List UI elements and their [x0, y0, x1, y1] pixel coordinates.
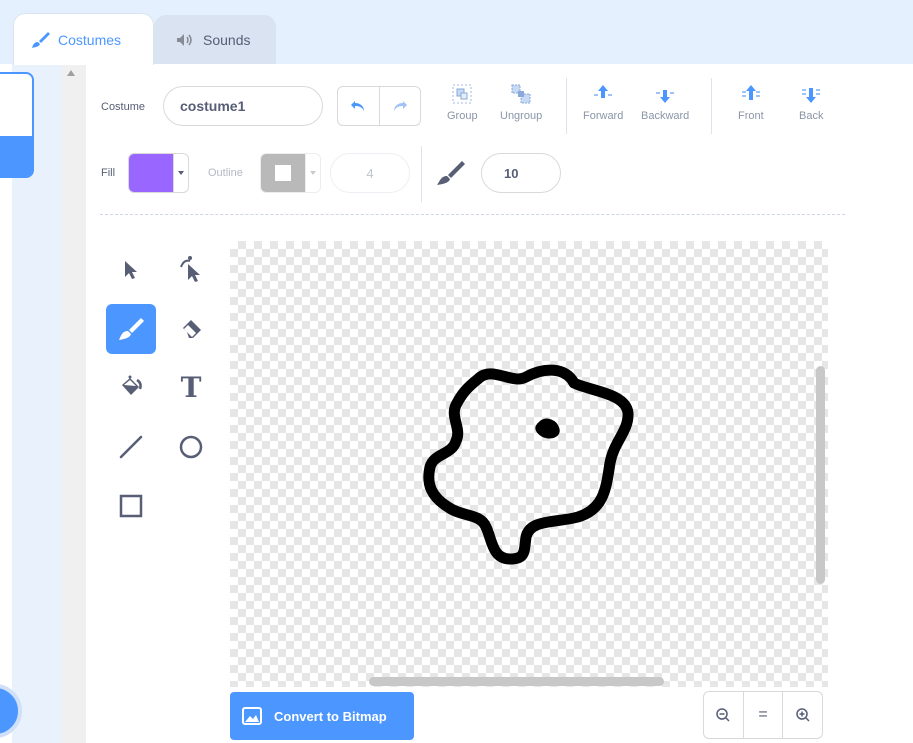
- toolbar-divider-2: [711, 78, 712, 134]
- fill-row-divider: [421, 146, 422, 202]
- convert-to-bitmap-label: Convert to Bitmap: [274, 708, 387, 724]
- outline-label: Outline: [208, 167, 243, 179]
- eraser-tool[interactable]: [166, 304, 216, 354]
- canvas-horizontal-scrollbar[interactable]: [369, 677, 664, 686]
- canvas-vertical-scrollbar[interactable]: [816, 366, 825, 584]
- forward-icon: [591, 82, 615, 106]
- toolbar-dashed-divider: [100, 214, 845, 215]
- fill-tool[interactable]: [106, 362, 156, 412]
- back-label: Back: [799, 110, 824, 122]
- undo-redo-group: [337, 86, 421, 126]
- text-icon: T: [180, 370, 202, 404]
- ungroup-icon: [509, 82, 533, 106]
- zoom-controls: =: [703, 691, 823, 739]
- circle-tool[interactable]: [166, 422, 216, 472]
- brush-tool[interactable]: [106, 304, 156, 354]
- group-button[interactable]: Group: [447, 82, 478, 122]
- toolbar-divider: [566, 78, 567, 134]
- speaker-icon: [175, 30, 195, 50]
- costume-list-scrollbar[interactable]: [62, 64, 86, 743]
- fill-color-swatch: [129, 154, 173, 192]
- costume-name-input[interactable]: costume1: [163, 86, 323, 126]
- group-label: Group: [447, 110, 478, 122]
- zoom-out-icon: [716, 708, 730, 722]
- tab-sounds-label: Sounds: [203, 32, 251, 48]
- backward-icon: [653, 82, 677, 106]
- forward-button[interactable]: Forward: [583, 82, 623, 122]
- outline-width-input[interactable]: 4: [330, 153, 410, 193]
- costume-label: Costume: [101, 101, 146, 113]
- line-icon: [119, 435, 143, 459]
- costume-selected-band: [0, 136, 32, 176]
- zoom-in-button[interactable]: [782, 692, 822, 738]
- convert-to-bitmap-button[interactable]: Convert to Bitmap: [230, 692, 414, 740]
- brush-icon: [119, 318, 144, 340]
- undo-icon: [351, 101, 365, 111]
- eraser-icon: [183, 320, 201, 338]
- bucket-icon: [122, 375, 142, 395]
- brush-size-input[interactable]: 10: [481, 153, 561, 193]
- select-tool[interactable]: [106, 245, 156, 295]
- chevron-down-icon: [173, 154, 188, 192]
- brush-icon: [30, 30, 50, 50]
- text-tool[interactable]: T: [166, 362, 216, 412]
- line-tool[interactable]: [106, 422, 156, 472]
- redo-icon: [393, 101, 407, 111]
- forward-label: Forward: [583, 110, 624, 122]
- zoom-out-button[interactable]: [704, 692, 743, 738]
- front-button[interactable]: Front: [738, 82, 764, 122]
- drawn-shape: [423, 364, 634, 565]
- reshape-tool[interactable]: [166, 245, 216, 295]
- brush-size-icon: [436, 160, 466, 191]
- costume-thumbnail[interactable]: [0, 72, 34, 178]
- tab-costumes[interactable]: Costumes: [13, 13, 154, 65]
- front-label: Front: [738, 110, 764, 122]
- rectangle-icon: [119, 494, 143, 518]
- chevron-down-icon: [305, 154, 320, 192]
- circle-icon: [179, 435, 203, 459]
- ungroup-button[interactable]: Ungroup: [500, 82, 542, 122]
- front-icon: [739, 82, 763, 106]
- arrow-icon: [125, 261, 137, 279]
- ungroup-label: Ungroup: [500, 110, 543, 122]
- paint-editor-window: Costumes Sounds Costume costume1 Group U…: [0, 0, 913, 743]
- back-button[interactable]: Back: [799, 82, 823, 122]
- outline-color-swatch: [261, 154, 305, 192]
- fill-color-picker[interactable]: [128, 153, 189, 193]
- zoom-in-icon: [795, 708, 810, 722]
- back-icon: [799, 82, 823, 106]
- tab-costumes-label: Costumes: [58, 31, 122, 48]
- undo-button[interactable]: [338, 87, 380, 125]
- tab-sounds[interactable]: Sounds: [154, 15, 276, 64]
- drawing-canvas[interactable]: [230, 241, 828, 687]
- scroll-up-arrow-icon[interactable]: [67, 70, 75, 76]
- reshape-icon: [180, 256, 200, 282]
- image-icon: [242, 707, 262, 725]
- outline-color-picker[interactable]: [260, 153, 321, 193]
- backward-button[interactable]: Backward: [641, 82, 689, 122]
- redo-button[interactable]: [380, 87, 421, 125]
- fill-label: Fill: [101, 167, 116, 179]
- backward-label: Backward: [641, 110, 690, 122]
- group-icon: [450, 82, 474, 106]
- rectangle-tool[interactable]: [106, 481, 156, 531]
- zoom-reset-button[interactable]: =: [742, 692, 783, 738]
